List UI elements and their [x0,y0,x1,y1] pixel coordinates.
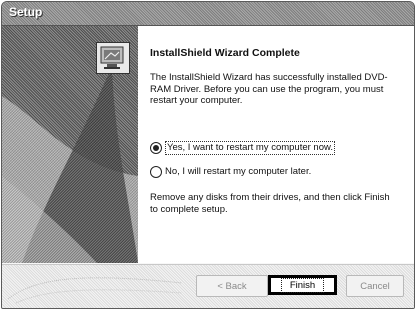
cancel-button[interactable]: Cancel [346,275,404,297]
wizard-side-graphic [2,26,138,263]
finish-button-label: Finish [280,277,325,293]
button-bar: < Back Finish Cancel [2,264,414,308]
restart-later-radio[interactable] [150,166,162,178]
back-button-label: < Back [217,280,247,292]
restart-later-label[interactable]: No, I will restart my computer later. [165,166,311,178]
back-button[interactable]: < Back [196,275,268,297]
title-bar[interactable]: Setup [2,2,414,26]
restart-now-option[interactable]: Yes, I want to restart my computer now. [150,141,335,155]
finish-button[interactable]: Finish [268,275,337,295]
cancel-button-label: Cancel [360,280,390,292]
finish-instruction: Remove any disks from their drives, and … [150,192,390,215]
setup-window: Setup InstallShield Wizard Complete The … [1,1,415,309]
footer-swoosh-graphic [7,277,183,304]
restart-now-radio[interactable] [150,141,162,154]
completion-message: The InstallShield Wizard has successfull… [150,72,388,106]
wizard-body: InstallShield Wizard Complete The Instal… [2,26,414,263]
wizard-heading: InstallShield Wizard Complete [150,47,300,59]
restart-now-label[interactable]: Yes, I want to restart my computer now. [165,141,335,155]
computer-monitor-icon [96,42,130,74]
restart-later-option[interactable]: No, I will restart my computer later. [150,166,311,178]
window-title: Setup [9,5,43,19]
